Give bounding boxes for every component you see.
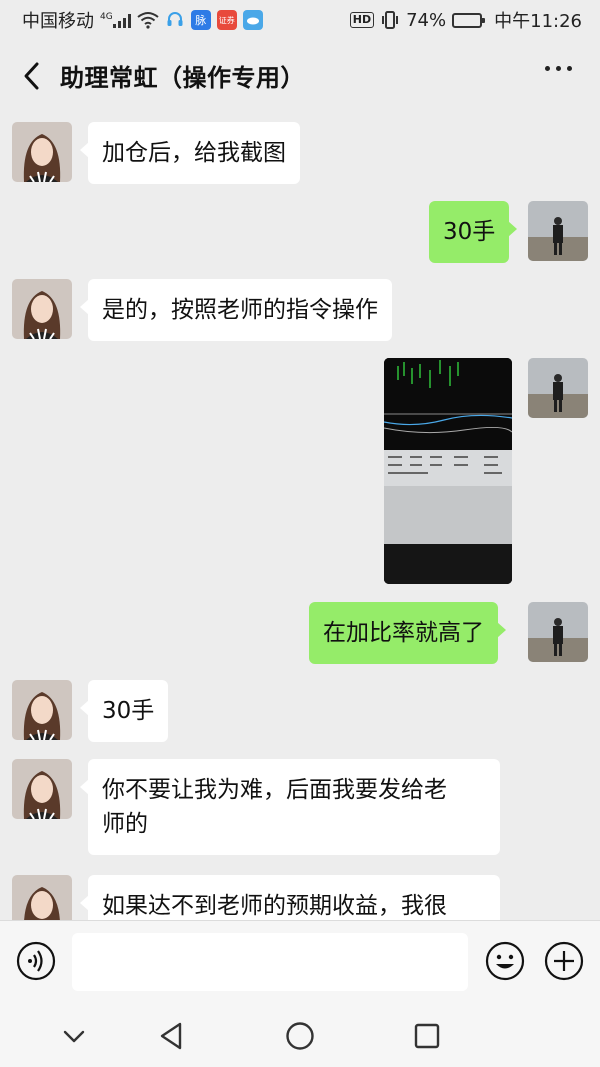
message-list[interactable]: 加仓后，给我截图 30手 是的，按照老师的指令操作 在加比率就高了 30手 你不…: [0, 112, 600, 920]
message-text: 30手: [102, 698, 155, 724]
message-text: 是的，按照老师的指令操作: [102, 297, 378, 323]
input-bar: [0, 920, 600, 1004]
recents-square-icon[interactable]: [411, 1020, 443, 1052]
message-text: 加仓后，给我截图: [102, 140, 286, 166]
trading-screenshot-image[interactable]: [384, 358, 512, 584]
battery-percent: 74%: [406, 9, 447, 31]
plus-icon[interactable]: [544, 941, 584, 981]
my-avatar[interactable]: [528, 602, 588, 662]
status-bar: 中国移动 4G 脉 证券 HD 74% 中午11:26: [0, 0, 600, 40]
contact-avatar[interactable]: [12, 759, 72, 819]
chat-header: 助理常虹（操作专用）: [0, 40, 600, 112]
network-type-label: 4G: [100, 12, 113, 22]
chat-title: 助理常虹（操作专用）: [60, 64, 305, 92]
battery-icon: [452, 12, 486, 28]
contact-avatar[interactable]: [12, 279, 72, 339]
vibrate-icon: [382, 11, 399, 29]
voice-icon[interactable]: [16, 941, 56, 981]
contact-avatar[interactable]: [12, 122, 72, 182]
message-bubble-incoming[interactable]: 30手: [79, 680, 169, 742]
message-bubble-outgoing[interactable]: 30手: [429, 201, 518, 263]
message-bubble-incoming[interactable]: 你不要让我为难，后面我要发给老 师的: [80, 759, 500, 855]
my-avatar[interactable]: [528, 358, 588, 418]
headset-app-icon: [167, 12, 183, 26]
my-avatar[interactable]: [528, 201, 588, 261]
chevron-down-icon[interactable]: [58, 1020, 90, 1052]
message-bubble-incoming[interactable]: 如果达不到老师的预期收益，我很: [80, 875, 500, 920]
message-bubble-outgoing[interactable]: 在加比率就高了: [309, 602, 506, 664]
home-circle-icon[interactable]: [284, 1020, 316, 1052]
message-text: 30手: [443, 219, 496, 245]
contact-avatar[interactable]: [12, 680, 72, 740]
hd-voice-badge: HD: [349, 12, 375, 28]
message-bubble-incoming[interactable]: 是的，按照老师的指令操作: [80, 279, 392, 341]
back-arrow-icon[interactable]: [18, 60, 48, 92]
wifi-icon: [137, 12, 159, 29]
carrier-label: 中国移动: [22, 11, 94, 32]
securities-app-icon: 证券: [216, 10, 237, 30]
signal-icon: 4G: [100, 12, 131, 28]
weather-app-icon: [242, 10, 263, 30]
back-triangle-icon[interactable]: [156, 1020, 188, 1052]
message-text: 在加比率就高了: [323, 620, 484, 646]
contact-avatar[interactable]: [12, 875, 72, 920]
emoji-icon[interactable]: [485, 941, 525, 981]
system-nav-bar: [0, 1004, 600, 1067]
more-options-icon[interactable]: [545, 66, 572, 71]
message-text: 如果达不到老师的预期收益，我很: [102, 893, 447, 919]
message-text-line: 师的: [102, 811, 148, 837]
message-text-line: 你不要让我为难，后面我要发给老: [102, 777, 447, 803]
maimai-app-icon: 脉: [190, 10, 211, 30]
clock: 中午11:26: [494, 11, 582, 32]
message-bubble-incoming[interactable]: 加仓后，给我截图: [80, 122, 300, 184]
message-input[interactable]: [72, 933, 468, 991]
